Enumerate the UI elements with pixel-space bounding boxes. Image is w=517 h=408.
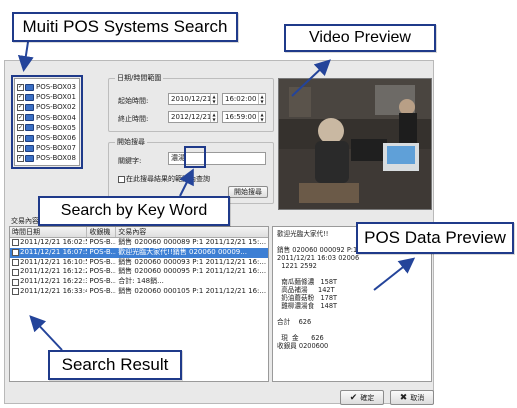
close-icon: ✖ bbox=[399, 392, 408, 403]
cell-time-text: 2011/12/21 16:33:42 bbox=[20, 287, 88, 296]
keyword-highlight-box bbox=[184, 146, 206, 168]
col-header-content[interactable]: 交易內容 bbox=[116, 227, 268, 237]
refine-search-label: 在此搜尋結果的範圍內查詢 bbox=[126, 175, 210, 183]
cctv-frame-image bbox=[279, 79, 431, 209]
table-row[interactable]: 2011/12/21 16:12:20 POS-B... 銷售 020060 000… bbox=[10, 267, 268, 277]
keyword-input[interactable]: 濃湯 bbox=[168, 152, 266, 165]
ok-button[interactable]: ✔ 確定 bbox=[340, 390, 384, 405]
checkbox-icon[interactable] bbox=[12, 249, 19, 257]
cell-pos: POS-B... bbox=[89, 238, 117, 246]
spin-arrows-icon[interactable]: ▲ ▼ bbox=[258, 112, 265, 122]
callout-pos-data-text: POS Data Preview bbox=[364, 228, 506, 247]
spin-arrows-icon[interactable]: ▲ ▼ bbox=[258, 94, 265, 104]
cell-pos: POS-B... bbox=[89, 247, 117, 256]
checkbox-icon[interactable] bbox=[118, 175, 125, 183]
cell-pos: POS-B... bbox=[89, 277, 117, 286]
table-row[interactable]: 2011/12/21 16:22:34 POS-B... 合計: 148銷... bbox=[10, 277, 268, 287]
table-row[interactable]: 2011/12/21 16:10:54 POS-B... 銷售 020060 000… bbox=[10, 258, 268, 268]
cell-content: 銷售 020060 000095 P:1 2011/12/21 16:... bbox=[118, 267, 267, 276]
checkbox-icon[interactable] bbox=[12, 278, 19, 286]
keyword-value: 濃湯 bbox=[171, 154, 185, 162]
checkbox-icon[interactable] bbox=[12, 268, 19, 276]
cell-pos: POS-B... bbox=[89, 257, 117, 266]
cell-time: 2011/12/21 16:07:59 bbox=[10, 248, 87, 258]
start-time-label: 起始時間: bbox=[118, 97, 149, 105]
keyword-label: 關鍵字: bbox=[118, 157, 142, 165]
cell-time: 2011/12/21 16:33:42 bbox=[10, 287, 87, 297]
spin-arrows-icon[interactable]: ▲ ▼ bbox=[210, 94, 217, 104]
end-time-value: 16:59:00 bbox=[225, 113, 257, 121]
callout-multi-pos: Muiti POS Systems Search bbox=[12, 12, 238, 42]
refine-search-checkbox[interactable]: 在此搜尋結果的範圍內查詢 bbox=[118, 174, 210, 184]
callout-keyword-text: Search by Key Word bbox=[60, 202, 208, 219]
spin-arrows-icon[interactable]: ▲ ▼ bbox=[210, 112, 217, 122]
cell-pos: POS-B... bbox=[89, 267, 117, 276]
cell-time: 2011/12/21 16:22:34 bbox=[10, 277, 87, 287]
cell-time: 2011/12/21 16:10:54 bbox=[10, 258, 87, 268]
results-table-header: 時間日期 收銀機 交易內容 bbox=[10, 227, 268, 238]
results-tab-label[interactable]: 交易內容 bbox=[11, 216, 39, 226]
cell-content: 歡迎光臨大家代!!銷售 020060 00009... bbox=[118, 247, 247, 256]
callout-pos-data: POS Data Preview bbox=[356, 222, 514, 254]
cell-time-text: 2011/12/21 16:07:59 bbox=[20, 247, 88, 256]
cell-time-text: 2011/12/21 16:22:34 bbox=[20, 277, 88, 286]
cell-content: 合計: 148銷... bbox=[118, 277, 164, 286]
checkbox-icon[interactable] bbox=[12, 288, 19, 296]
start-date-value: 2010/12/21 bbox=[171, 95, 212, 103]
video-preview bbox=[278, 78, 432, 210]
callout-keyword: Search by Key Word bbox=[38, 196, 230, 226]
end-time-field[interactable]: 16:59:00 ▲ ▼ bbox=[222, 111, 266, 123]
table-row[interactable]: 2011/12/21 16:33:42 POS-B... 銷售 020060 000… bbox=[10, 287, 268, 297]
callout-search-result-text: Search Result bbox=[61, 355, 169, 374]
checkbox-icon[interactable] bbox=[12, 239, 19, 247]
callout-video-text: Video Preview bbox=[309, 29, 411, 46]
start-time-value: 16:02:00 bbox=[225, 95, 257, 103]
col-header-pos[interactable]: 收銀機 bbox=[87, 227, 117, 237]
callout-video-preview: Video Preview bbox=[284, 24, 436, 52]
ok-label: 確定 bbox=[360, 393, 375, 402]
end-date-field[interactable]: 2012/12/21 ▲ ▼ bbox=[168, 111, 218, 123]
cell-content: 銷售 020060 000105 P:1 2011/12/21 16:... bbox=[118, 286, 267, 295]
table-row[interactable]: 2011/12/21 16:02:58 POS-B... 銷售 020060 000… bbox=[10, 238, 268, 248]
cell-time-text: 2011/12/21 16:02:58 bbox=[20, 238, 88, 247]
cell-time-text: 2011/12/21 16:10:54 bbox=[20, 257, 88, 266]
start-search-button[interactable]: 開始搜尋 bbox=[228, 186, 268, 198]
callout-search-result: Search Result bbox=[48, 350, 182, 380]
start-date-field[interactable]: 2010/12/21 ▲ ▼ bbox=[168, 93, 218, 105]
callout-multi-pos-text: Muiti POS Systems Search bbox=[22, 17, 228, 36]
cell-pos: POS-B... bbox=[89, 286, 117, 295]
cell-time-text: 2011/12/21 16:12:20 bbox=[20, 267, 88, 276]
table-row[interactable]: 2011/12/21 16:07:59 POS-B... 歡迎光臨大家代!!銷售 0… bbox=[10, 247, 268, 258]
end-date-value: 2012/12/21 bbox=[171, 113, 212, 121]
checkbox-icon[interactable] bbox=[12, 258, 19, 266]
date-range-title: 日期/時間範圍 bbox=[115, 73, 164, 83]
col-header-time[interactable]: 時間日期 bbox=[10, 227, 88, 237]
start-search-label: 開始搜尋 bbox=[234, 188, 262, 196]
keyword-group-title: 開始搜尋 bbox=[115, 137, 147, 147]
cell-content: 銷售 020060 000089 P:1 2011/12/21 15:... bbox=[118, 238, 267, 246]
check-icon: ✔ bbox=[349, 392, 358, 403]
cell-time: 2011/12/21 16:02:58 bbox=[10, 238, 87, 248]
cell-time: 2011/12/21 16:12:20 bbox=[10, 267, 87, 277]
cancel-label: 取消 bbox=[410, 393, 425, 402]
cancel-button[interactable]: ✖ 取消 bbox=[390, 390, 434, 405]
start-time-field[interactable]: 16:02:00 ▲ ▼ bbox=[222, 93, 266, 105]
end-time-label: 終止時間: bbox=[118, 115, 149, 123]
cell-content: 銷售 020060 000093 P:1 2011/12/21 16:... bbox=[118, 257, 267, 266]
pos-list-highlight-box bbox=[11, 75, 83, 169]
